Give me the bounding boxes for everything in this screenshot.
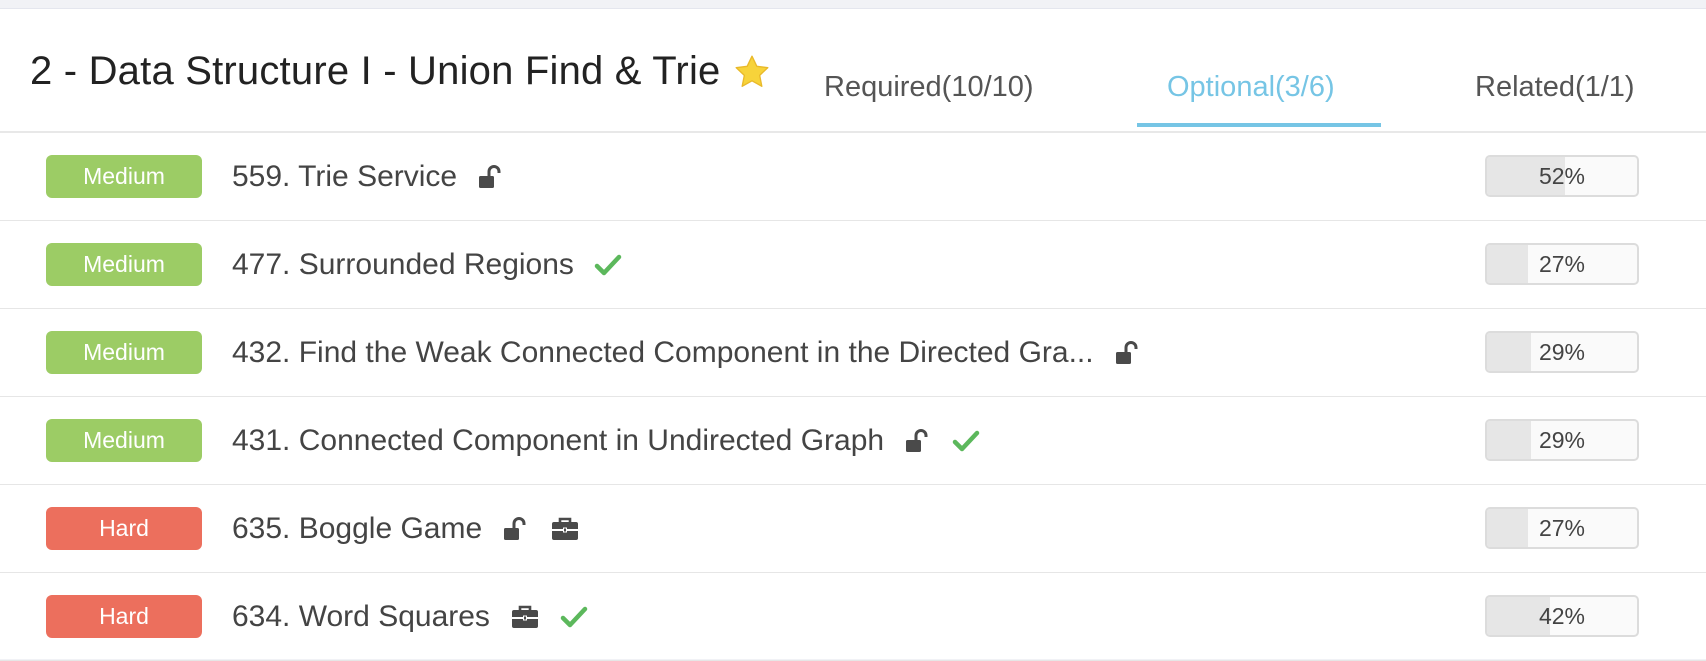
difficulty-badge: Hard xyxy=(46,595,202,638)
acceptance-rate-label: 29% xyxy=(1538,338,1586,365)
problem-row[interactable]: Medium 432. Find the Weak Connected Compo… xyxy=(0,309,1706,397)
acceptance-rate-label: 27% xyxy=(1538,514,1586,541)
check-icon xyxy=(560,605,588,629)
difficulty-badge: Medium xyxy=(46,155,202,198)
difficulty-badge: Medium xyxy=(46,331,202,374)
unlock-icon xyxy=(1114,340,1142,366)
unlock-icon xyxy=(477,164,505,190)
problem-row[interactable]: Medium 559. Trie Service 52% xyxy=(0,133,1706,221)
problem-title[interactable]: 559. Trie Service xyxy=(232,160,457,194)
problem-row[interactable]: Medium 431. Connected Component in Undire… xyxy=(0,397,1706,485)
problem-link[interactable]: 635. Boggle Game xyxy=(232,485,580,572)
briefcase-icon xyxy=(510,604,540,630)
star-icon[interactable] xyxy=(732,52,772,92)
acceptance-rate-label: 42% xyxy=(1538,602,1586,629)
acceptance-rate-bar: 27% xyxy=(1485,243,1639,285)
acceptance-rate-bar: 27% xyxy=(1485,507,1639,549)
difficulty-badge: Medium xyxy=(46,243,202,286)
check-icon xyxy=(594,253,622,277)
title-wrap: 2 - Data Structure I - Union Find & Trie xyxy=(30,49,772,94)
acceptance-rate-bar: 42% xyxy=(1485,595,1639,637)
problem-link[interactable]: 432. Find the Weak Connected Component i… xyxy=(232,309,1142,396)
problem-title[interactable]: 431. Connected Component in Undirected G… xyxy=(232,424,884,458)
problem-link[interactable]: 634. Word Squares xyxy=(232,573,588,660)
acceptance-rate-label: 27% xyxy=(1538,250,1586,277)
briefcase-icon xyxy=(550,516,580,542)
panel-header: 2 - Data Structure I - Union Find & Trie… xyxy=(0,9,1706,133)
problem-link[interactable]: 431. Connected Component in Undirected G… xyxy=(232,397,980,484)
tab-related[interactable]: Related(1/1) xyxy=(1475,71,1635,104)
problem-row[interactable]: Hard 634. Word Squares 42% xyxy=(0,573,1706,661)
problem-title[interactable]: 634. Word Squares xyxy=(232,600,490,634)
check-icon xyxy=(952,429,980,453)
acceptance-rate-label: 52% xyxy=(1538,162,1586,189)
problem-row[interactable]: Hard 635. Boggle Game 27% xyxy=(0,485,1706,573)
acceptance-rate-label: 29% xyxy=(1538,426,1586,453)
problem-title[interactable]: 635. Boggle Game xyxy=(232,512,482,546)
acceptance-rate-bar: 29% xyxy=(1485,419,1639,461)
problem-row[interactable]: Medium 477. Surrounded Regions 27% xyxy=(0,221,1706,309)
active-tab-indicator xyxy=(1137,123,1381,127)
top-strip xyxy=(0,0,1706,8)
problem-title[interactable]: 477. Surrounded Regions xyxy=(232,248,574,282)
acceptance-rate-bar: 52% xyxy=(1485,155,1639,197)
problem-link[interactable]: 559. Trie Service xyxy=(232,133,505,220)
problem-list: Medium 559. Trie Service 52% Medium 477. Sur… xyxy=(0,133,1706,661)
difficulty-badge: Medium xyxy=(46,419,202,462)
tab-optional[interactable]: Optional(3/6) xyxy=(1167,71,1335,104)
acceptance-rate-bar: 29% xyxy=(1485,331,1639,373)
page-title: 2 - Data Structure I - Union Find & Trie xyxy=(30,49,721,93)
unlock-icon xyxy=(502,516,530,542)
unlock-icon xyxy=(904,428,932,454)
difficulty-badge: Hard xyxy=(46,507,202,550)
problem-link[interactable]: 477. Surrounded Regions xyxy=(232,221,622,308)
problem-title[interactable]: 432. Find the Weak Connected Component i… xyxy=(232,336,1094,370)
course-panel: 2 - Data Structure I - Union Find & Trie… xyxy=(0,8,1706,661)
tab-required[interactable]: Required(10/10) xyxy=(824,71,1034,104)
